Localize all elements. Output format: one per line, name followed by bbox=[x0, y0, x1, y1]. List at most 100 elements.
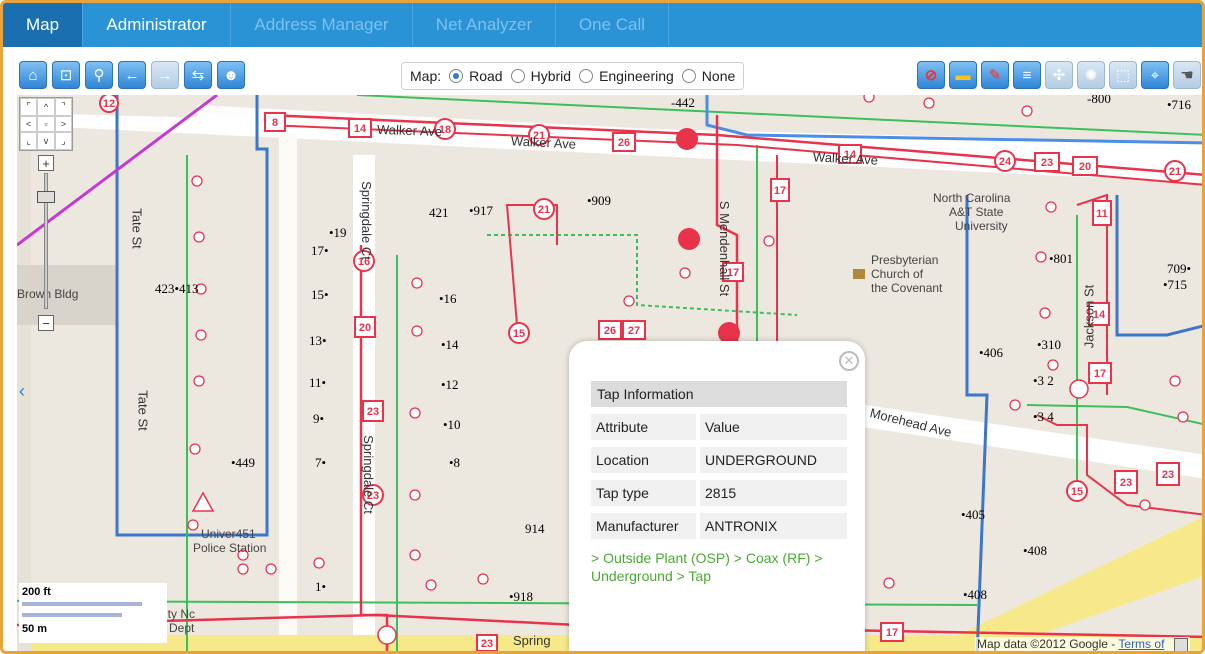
home-icon[interactable]: ⌂ bbox=[19, 61, 47, 89]
map-type-none[interactable]: None bbox=[681, 68, 736, 84]
radio-icon bbox=[449, 69, 464, 83]
svg-text:24: 24 bbox=[999, 156, 1012, 168]
map-type-selector: Map: Road Hybrid Engineering None bbox=[401, 62, 745, 90]
street-label: Springdale Ct bbox=[360, 435, 376, 514]
column-header-value: Value bbox=[700, 414, 847, 440]
address-number: •16 bbox=[439, 291, 457, 306]
collapse-panel-icon[interactable]: ‹ bbox=[19, 381, 25, 402]
svg-text:17: 17 bbox=[886, 627, 898, 639]
pan-east-icon[interactable]: > bbox=[54, 115, 72, 133]
pan-north-icon[interactable]: ^ bbox=[37, 98, 55, 116]
back-arrow-icon[interactable]: ← bbox=[118, 61, 146, 89]
draw-icon[interactable]: ✎ bbox=[981, 61, 1009, 89]
map-canvas[interactable]: 8 14 18 21 26 14 24 23 20 21 17 21 16 20… bbox=[17, 95, 1202, 651]
map-type-none-label: None bbox=[701, 68, 736, 84]
svg-text:26: 26 bbox=[618, 137, 630, 149]
table-row: Tap type 2815 bbox=[591, 480, 847, 506]
no-entry-icon[interactable]: ⊘ bbox=[917, 61, 945, 89]
svg-text:23: 23 bbox=[1120, 477, 1132, 489]
layers-icon[interactable]: ≡ bbox=[1013, 61, 1041, 89]
table-row: Manufacturer ANTRONIX bbox=[591, 513, 847, 539]
address-number: •8 bbox=[449, 455, 461, 470]
pan-northeast-icon[interactable]: ⌝ bbox=[54, 98, 72, 116]
forward-arrow-icon[interactable]: → bbox=[151, 61, 179, 89]
pan-control: ⌜ ^ ⌝ < ▫ > ⌞ v ⌟ bbox=[19, 97, 73, 151]
hand-icon[interactable]: ☚ bbox=[1173, 61, 1201, 89]
fullscreen-icon[interactable]: ✣ bbox=[1045, 61, 1073, 89]
value-cell: 2815 bbox=[700, 480, 847, 506]
map-thumbnail-icon[interactable] bbox=[1173, 637, 1188, 651]
svg-text:21: 21 bbox=[1169, 166, 1181, 178]
scale-metric: 50 m bbox=[22, 623, 48, 635]
signpost-icon[interactable]: ⇆ bbox=[184, 61, 212, 89]
pan-center-icon[interactable]: ▫ bbox=[37, 115, 55, 133]
gear-icon[interactable]: ✺ bbox=[1077, 61, 1105, 89]
address-number: -800 bbox=[1087, 95, 1111, 106]
svg-text:27: 27 bbox=[628, 325, 640, 337]
address-number: 7• bbox=[315, 455, 327, 470]
place-label: University bbox=[955, 219, 1008, 233]
pan-southeast-icon[interactable]: ⌟ bbox=[54, 132, 72, 150]
address-number: 17• bbox=[311, 243, 329, 258]
pan-southwest-icon[interactable]: ⌞ bbox=[20, 132, 38, 150]
place-label: Dept bbox=[169, 621, 195, 635]
tab-administrator[interactable]: Administrator bbox=[83, 3, 231, 47]
tab-net-analyzer[interactable]: Net Analyzer bbox=[413, 3, 556, 47]
address-number: •3 2 bbox=[1033, 373, 1054, 388]
scale-imperial-bar bbox=[22, 602, 142, 606]
street-label: Spring bbox=[513, 633, 551, 648]
table-row: Location UNDERGROUND bbox=[591, 447, 847, 473]
close-icon[interactable]: ✕ bbox=[839, 351, 859, 371]
tab-address-manager[interactable]: Address Manager bbox=[231, 3, 413, 47]
street-label: Jackson St bbox=[1081, 284, 1097, 349]
map-type-hybrid[interactable]: Hybrid bbox=[510, 68, 572, 84]
scale-bar: 200 ft 50 m bbox=[19, 583, 167, 643]
copyright-text: Map data ©2012 Google - bbox=[977, 637, 1116, 651]
tab-map[interactable]: Map bbox=[3, 3, 83, 47]
attribute-cell: Location bbox=[591, 447, 696, 473]
pan-northwest-icon[interactable]: ⌜ bbox=[20, 98, 38, 116]
street-label: Tate St bbox=[135, 390, 151, 431]
tap-info-table: Tap Information Attribute Value Location… bbox=[591, 381, 847, 539]
person-icon[interactable]: ☻ bbox=[217, 61, 245, 89]
address-number: •3 4 bbox=[1033, 409, 1054, 424]
map-toolbar: ⌂ ⊡ ⚲ ← → ⇆ ☻ Map: Road Hybrid Engineeri… bbox=[3, 47, 1202, 95]
map-copyright: Map data ©2012 Google - Terms of bbox=[975, 637, 1190, 651]
address-number: •12 bbox=[441, 377, 459, 392]
select-box-icon[interactable]: ⬚ bbox=[1109, 61, 1137, 89]
zoom-extent-icon[interactable]: ⊡ bbox=[52, 61, 80, 89]
map-type-road[interactable]: Road bbox=[449, 68, 503, 84]
zoom-out-button[interactable]: − bbox=[38, 315, 54, 331]
pan-west-icon[interactable]: < bbox=[20, 115, 38, 133]
zoom-slider-thumb[interactable] bbox=[37, 191, 55, 203]
address-number: •716 bbox=[1167, 97, 1192, 112]
svg-text:26: 26 bbox=[604, 325, 616, 337]
svg-text:23: 23 bbox=[481, 638, 493, 650]
svg-text:20: 20 bbox=[359, 322, 371, 334]
address-number: 9• bbox=[313, 411, 325, 426]
svg-text:23: 23 bbox=[367, 406, 379, 418]
terms-link[interactable]: Terms of bbox=[1118, 637, 1164, 651]
street-label: S Mendenhall St bbox=[717, 200, 733, 297]
place-label: Univer451 bbox=[201, 527, 256, 541]
layer-breadcrumb[interactable]: > Outside Plant (OSP) > Coax (RF) > Unde… bbox=[591, 549, 851, 585]
zoom-icon[interactable]: ⚲ bbox=[85, 61, 113, 89]
map-type-road-label: Road bbox=[469, 68, 503, 84]
scale-imperial: 200 ft bbox=[22, 586, 51, 598]
tap-info-popup: ✕ Tap Information Attribute Value Locati… bbox=[569, 341, 865, 651]
place-label: ity Nc bbox=[165, 607, 195, 621]
map-type-engineering[interactable]: Engineering bbox=[579, 68, 674, 84]
attribute-cell: Tap type bbox=[591, 480, 696, 506]
tab-one-call[interactable]: One Call bbox=[556, 3, 669, 47]
place-label: the Covenant bbox=[871, 281, 943, 295]
address-number: 11• bbox=[309, 375, 327, 390]
address-number: 15• bbox=[311, 287, 329, 302]
scale-metric-bar bbox=[22, 613, 122, 617]
map-type-hybrid-label: Hybrid bbox=[530, 68, 572, 84]
crosshair-icon[interactable]: ⌖ bbox=[1141, 61, 1169, 89]
zoom-in-button[interactable]: + bbox=[38, 155, 54, 171]
pan-south-icon[interactable]: v bbox=[37, 132, 55, 150]
ruler-icon[interactable]: ▬ bbox=[949, 61, 977, 89]
street-label: Walker Ave bbox=[376, 121, 443, 140]
street-label: Springdale Ct bbox=[358, 181, 374, 260]
